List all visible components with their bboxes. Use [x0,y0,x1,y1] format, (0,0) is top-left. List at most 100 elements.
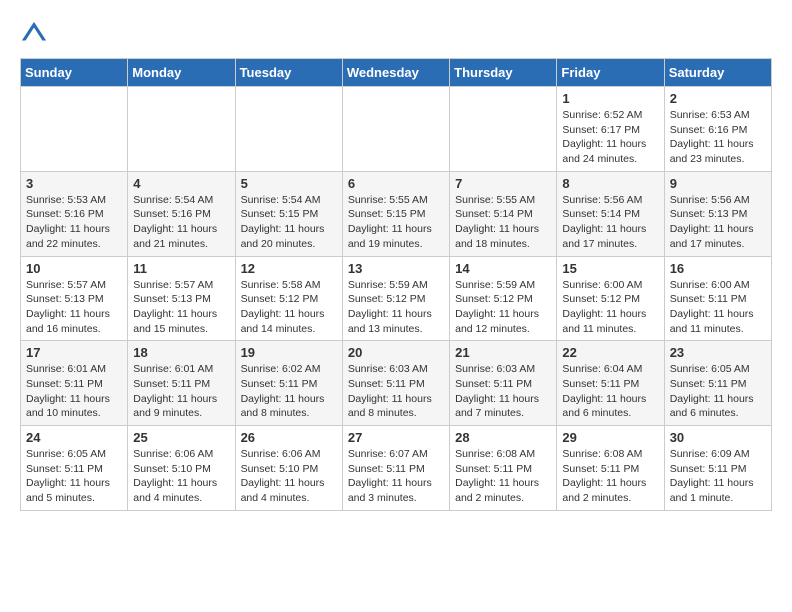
day-info: Sunrise: 6:03 AM Sunset: 5:11 PM Dayligh… [348,362,444,421]
calendar-cell: 1 Sunrise: 6:52 AM Sunset: 6:17 PM Daylig… [557,87,664,172]
day-info: Sunrise: 5:57 AM Sunset: 5:13 PM Dayligh… [133,278,229,337]
calendar-cell: 6Sunrise: 5:55 AM Sunset: 5:15 PM Daylig… [342,171,449,256]
day-number: 24 [26,430,122,445]
day-number: 26 [241,430,337,445]
calendar-cell: 28Sunrise: 6:08 AM Sunset: 5:11 PM Dayli… [450,426,557,511]
calendar-body: 1 Sunrise: 6:52 AM Sunset: 6:17 PM Daylig… [21,87,772,511]
calendar-cell: 30 Sunrise: 6:09 AM Sunset: 5:11 PM Dayli… [664,426,771,511]
day-info: Sunrise: 6:00 AM Sunset: 5:12 PM Dayligh… [562,278,658,337]
calendar-cell: 13Sunrise: 5:59 AM Sunset: 5:12 PM Dayli… [342,256,449,341]
day-number: 19 [241,345,337,360]
day-info: Sunrise: 6:02 AM Sunset: 5:11 PM Dayligh… [241,362,337,421]
calendar-cell: 11 Sunrise: 5:57 AM Sunset: 5:13 PM Dayli… [128,256,235,341]
calendar-cell: 25 Sunrise: 6:06 AM Sunset: 5:10 PM Dayli… [128,426,235,511]
day-number: 11 [133,261,229,276]
day-info: Sunrise: 6:01 AM Sunset: 5:11 PM Dayligh… [26,362,122,421]
calendar-row-4: 24 Sunrise: 6:05 AM Sunset: 5:11 PM Dayli… [21,426,772,511]
day-number: 30 [670,430,766,445]
day-number: 27 [348,430,444,445]
calendar-cell [342,87,449,172]
day-number: 21 [455,345,551,360]
day-info: Sunrise: 6:06 AM Sunset: 5:10 PM Dayligh… [133,447,229,506]
day-info: Sunrise: 6:09 AM Sunset: 5:11 PM Dayligh… [670,447,766,506]
day-info: Sunrise: 5:53 AM Sunset: 5:16 PM Dayligh… [26,193,122,252]
calendar-cell: 9Sunrise: 5:56 AM Sunset: 5:13 PM Daylig… [664,171,771,256]
calendar-cell: 12 Sunrise: 5:58 AM Sunset: 5:12 PM Dayli… [235,256,342,341]
day-info: Sunrise: 6:05 AM Sunset: 5:11 PM Dayligh… [670,362,766,421]
day-number: 23 [670,345,766,360]
weekday-header-monday: Monday [128,59,235,87]
day-info: Sunrise: 5:58 AM Sunset: 5:12 PM Dayligh… [241,278,337,337]
day-number: 14 [455,261,551,276]
weekday-header-wednesday: Wednesday [342,59,449,87]
calendar-cell: 21 Sunrise: 6:03 AM Sunset: 5:11 PM Dayli… [450,341,557,426]
day-number: 15 [562,261,658,276]
calendar-table: SundayMondayTuesdayWednesdayThursdayFrid… [20,58,772,511]
calendar-cell: 4Sunrise: 5:54 AM Sunset: 5:16 PM Daylig… [128,171,235,256]
day-info: Sunrise: 5:59 AM Sunset: 5:12 PM Dayligh… [455,278,551,337]
calendar-cell: 17 Sunrise: 6:01 AM Sunset: 5:11 PM Dayli… [21,341,128,426]
page-header [20,20,772,48]
day-number: 17 [26,345,122,360]
day-info: Sunrise: 6:01 AM Sunset: 5:11 PM Dayligh… [133,362,229,421]
day-number: 4 [133,176,229,191]
calendar-cell [235,87,342,172]
day-number: 6 [348,176,444,191]
day-info: Sunrise: 6:08 AM Sunset: 5:11 PM Dayligh… [562,447,658,506]
day-number: 28 [455,430,551,445]
day-info: Sunrise: 5:56 AM Sunset: 5:14 PM Dayligh… [562,193,658,252]
day-info: Sunrise: 6:52 AM Sunset: 6:17 PM Dayligh… [562,108,658,167]
day-info: Sunrise: 6:03 AM Sunset: 5:11 PM Dayligh… [455,362,551,421]
logo [20,20,52,48]
calendar-header: SundayMondayTuesdayWednesdayThursdayFrid… [21,59,772,87]
weekday-header-saturday: Saturday [664,59,771,87]
day-number: 16 [670,261,766,276]
day-number: 22 [562,345,658,360]
logo-icon [20,20,48,48]
day-info: Sunrise: 5:54 AM Sunset: 5:15 PM Dayligh… [241,193,337,252]
day-number: 5 [241,176,337,191]
calendar-row-2: 10 Sunrise: 5:57 AM Sunset: 5:13 PM Dayli… [21,256,772,341]
day-info: Sunrise: 5:57 AM Sunset: 5:13 PM Dayligh… [26,278,122,337]
calendar-cell: 3 Sunrise: 5:53 AM Sunset: 5:16 PM Daylig… [21,171,128,256]
day-number: 10 [26,261,122,276]
day-number: 12 [241,261,337,276]
weekday-header-row: SundayMondayTuesdayWednesdayThursdayFrid… [21,59,772,87]
calendar-cell: 24 Sunrise: 6:05 AM Sunset: 5:11 PM Dayli… [21,426,128,511]
calendar-cell [450,87,557,172]
day-number: 8 [562,176,658,191]
weekday-header-friday: Friday [557,59,664,87]
day-number: 20 [348,345,444,360]
day-info: Sunrise: 6:06 AM Sunset: 5:10 PM Dayligh… [241,447,337,506]
calendar-cell: 18 Sunrise: 6:01 AM Sunset: 5:11 PM Dayli… [128,341,235,426]
calendar-cell: 23 Sunrise: 6:05 AM Sunset: 5:11 PM Dayli… [664,341,771,426]
calendar-cell [21,87,128,172]
calendar-cell: 2 Sunrise: 6:53 AM Sunset: 6:16 PM Daylig… [664,87,771,172]
day-info: Sunrise: 6:07 AM Sunset: 5:11 PM Dayligh… [348,447,444,506]
calendar-cell: 14 Sunrise: 5:59 AM Sunset: 5:12 PM Dayli… [450,256,557,341]
weekday-header-tuesday: Tuesday [235,59,342,87]
day-info: Sunrise: 6:04 AM Sunset: 5:11 PM Dayligh… [562,362,658,421]
day-info: Sunrise: 6:05 AM Sunset: 5:11 PM Dayligh… [26,447,122,506]
day-number: 13 [348,261,444,276]
calendar-cell: 5 Sunrise: 5:54 AM Sunset: 5:15 PM Daylig… [235,171,342,256]
calendar-cell: 8 Sunrise: 5:56 AM Sunset: 5:14 PM Daylig… [557,171,664,256]
day-number: 3 [26,176,122,191]
calendar-cell: 15 Sunrise: 6:00 AM Sunset: 5:12 PM Dayli… [557,256,664,341]
calendar-cell: 19 Sunrise: 6:02 AM Sunset: 5:11 PM Dayli… [235,341,342,426]
day-number: 2 [670,91,766,106]
day-info: Sunrise: 6:53 AM Sunset: 6:16 PM Dayligh… [670,108,766,167]
day-number: 18 [133,345,229,360]
day-number: 29 [562,430,658,445]
day-info: Sunrise: 5:56 AM Sunset: 5:13 PM Dayligh… [670,193,766,252]
calendar-cell: 10 Sunrise: 5:57 AM Sunset: 5:13 PM Dayli… [21,256,128,341]
day-number: 7 [455,176,551,191]
weekday-header-thursday: Thursday [450,59,557,87]
day-info: Sunrise: 5:55 AM Sunset: 5:14 PM Dayligh… [455,193,551,252]
calendar-row-0: 1 Sunrise: 6:52 AM Sunset: 6:17 PM Daylig… [21,87,772,172]
day-info: Sunrise: 6:00 AM Sunset: 5:11 PM Dayligh… [670,278,766,337]
day-number: 25 [133,430,229,445]
calendar-row-1: 3 Sunrise: 5:53 AM Sunset: 5:16 PM Daylig… [21,171,772,256]
day-number: 1 [562,91,658,106]
calendar-row-3: 17 Sunrise: 6:01 AM Sunset: 5:11 PM Dayli… [21,341,772,426]
